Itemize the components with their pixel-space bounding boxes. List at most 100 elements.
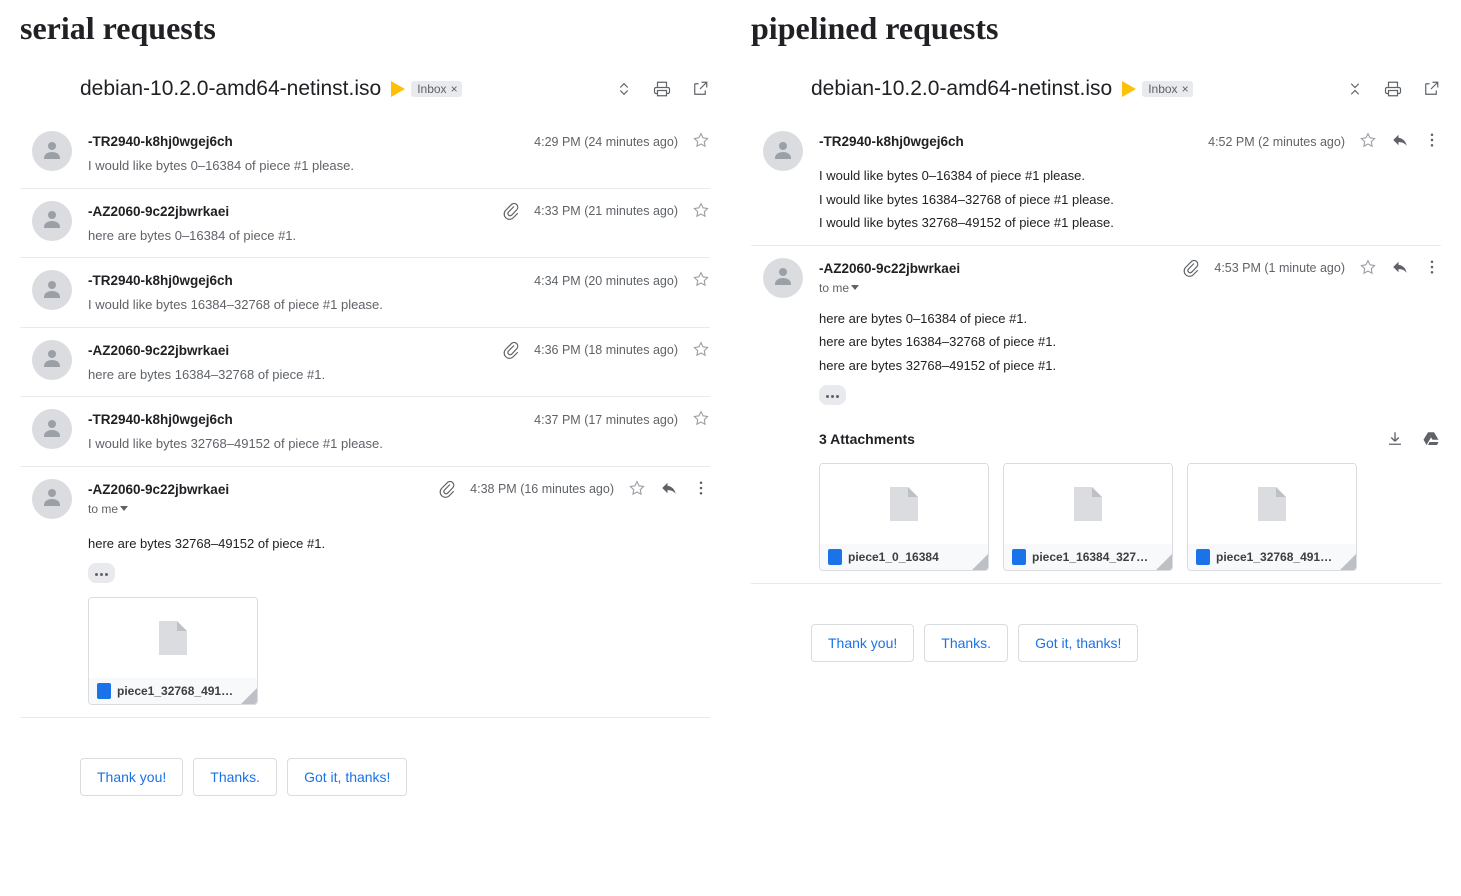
body-line: here are bytes 16384–32768 of piece #1. <box>819 332 1441 352</box>
attachments-count: 3 Attachments <box>819 431 915 447</box>
subject: debian-10.2.0-amd64-netinst.iso <box>80 77 381 101</box>
popout-icon[interactable] <box>1421 79 1441 99</box>
message-collapsed[interactable]: -AZ2060-9c22jbwrkaei 4:36 PM (18 minutes… <box>20 328 710 398</box>
body-line: I would like bytes 16384–32768 of piece … <box>819 190 1441 210</box>
smart-reply-row: Thank you! Thanks. Got it, thanks! <box>751 624 1441 662</box>
message-collapsed[interactable]: -TR2940-k8hj0wgej6ch 4:29 PM (24 minutes… <box>20 119 710 189</box>
avatar <box>32 131 72 171</box>
reply-icon[interactable] <box>1391 131 1409 152</box>
attachment-icon <box>438 480 456 498</box>
file-icon <box>1258 487 1286 521</box>
reply-icon[interactable] <box>660 479 678 500</box>
star-icon[interactable] <box>692 201 710 222</box>
star-icon[interactable] <box>692 409 710 430</box>
body-line: here are bytes 0–16384 of piece #1. <box>819 309 1441 329</box>
snippet: I would like bytes 32768–49152 of piece … <box>88 434 710 454</box>
attachment-tile[interactable]: piece1_32768_491… <box>88 597 258 705</box>
inbox-label[interactable]: Inbox × <box>1142 81 1192 97</box>
star-icon[interactable] <box>1359 131 1377 152</box>
smart-reply-button[interactable]: Thanks. <box>924 624 1008 662</box>
sender: -TR2940-k8hj0wgej6ch <box>819 134 964 149</box>
subject: debian-10.2.0-amd64-netinst.iso <box>811 77 1112 101</box>
importance-marker-icon[interactable] <box>391 81 405 97</box>
doc-type-icon <box>1012 549 1026 565</box>
attachment-name: piece1_16384_327… <box>1032 550 1164 564</box>
smart-reply-button[interactable]: Got it, thanks! <box>1018 624 1138 662</box>
sender: -TR2940-k8hj0wgej6ch <box>88 412 233 427</box>
download-all-icon[interactable] <box>1385 429 1405 449</box>
sender: -AZ2060-9c22jbwrkaei <box>819 261 960 276</box>
file-icon <box>1074 487 1102 521</box>
smart-reply-button[interactable]: Thank you! <box>811 624 914 662</box>
thread-header-right: debian-10.2.0-amd64-netinst.iso Inbox × <box>751 57 1441 119</box>
inbox-label-text: Inbox <box>417 82 446 96</box>
message-expanded: -AZ2060-9c22jbwrkaei 4:38 PM (16 minutes… <box>20 467 710 719</box>
avatar <box>763 131 803 171</box>
doc-type-icon <box>828 549 842 565</box>
attachment-tile[interactable]: piece1_0_16384 <box>819 463 989 571</box>
to-recipients[interactable]: to me <box>819 281 1441 295</box>
chevron-down-icon <box>851 285 859 290</box>
smart-reply-button[interactable]: Thank you! <box>80 758 183 796</box>
smart-reply-row: Thank you! Thanks. Got it, thanks! <box>20 758 710 796</box>
attachment-name: piece1_32768_491… <box>1216 550 1348 564</box>
message-expanded: -TR2940-k8hj0wgej6ch 4:52 PM (2 minutes … <box>751 119 1441 246</box>
attachment-name: piece1_32768_491… <box>117 684 249 698</box>
star-icon[interactable] <box>1359 258 1377 279</box>
print-icon[interactable] <box>652 79 672 99</box>
doc-type-icon <box>97 683 111 699</box>
inbox-label[interactable]: Inbox × <box>411 81 461 97</box>
sender: -AZ2060-9c22jbwrkaei <box>88 343 229 358</box>
timestamp: 4:53 PM (1 minute ago) <box>1214 261 1345 275</box>
inbox-label-text: Inbox <box>1148 82 1177 96</box>
close-icon[interactable]: × <box>451 82 458 96</box>
snippet: I would like bytes 16384–32768 of piece … <box>88 295 710 315</box>
sender: -AZ2060-9c22jbwrkaei <box>88 204 229 219</box>
more-options-icon[interactable] <box>1423 258 1441 279</box>
message-collapsed[interactable]: -TR2940-k8hj0wgej6ch 4:37 PM (17 minutes… <box>20 397 710 467</box>
importance-marker-icon[interactable] <box>1122 81 1136 97</box>
snippet: here are bytes 16384–32768 of piece #1. <box>88 365 710 385</box>
smart-reply-button[interactable]: Got it, thanks! <box>287 758 407 796</box>
more-options-icon[interactable] <box>1423 131 1441 152</box>
to-recipients[interactable]: to me <box>88 502 710 516</box>
attachment-icon <box>1182 259 1200 277</box>
more-options-icon[interactable] <box>692 479 710 500</box>
message-collapsed[interactable]: -AZ2060-9c22jbwrkaei 4:33 PM (21 minutes… <box>20 189 710 259</box>
timestamp: 4:33 PM (21 minutes ago) <box>534 204 678 218</box>
timestamp: 4:52 PM (2 minutes ago) <box>1208 135 1345 149</box>
star-icon[interactable] <box>628 479 646 500</box>
timestamp: 4:34 PM (20 minutes ago) <box>534 274 678 288</box>
file-icon <box>890 487 918 521</box>
snippet: I would like bytes 0–16384 of piece #1 p… <box>88 156 710 176</box>
column-title-serial: serial requests <box>20 10 710 57</box>
expand-thread-icon[interactable] <box>614 79 634 99</box>
sender: -TR2940-k8hj0wgej6ch <box>88 273 233 288</box>
show-trimmed-button[interactable] <box>88 563 115 583</box>
close-icon[interactable]: × <box>1182 82 1189 96</box>
reply-icon[interactable] <box>1391 258 1409 279</box>
file-icon <box>159 621 187 655</box>
collapse-thread-icon[interactable] <box>1345 79 1365 99</box>
message-collapsed[interactable]: -TR2940-k8hj0wgej6ch 4:34 PM (20 minutes… <box>20 258 710 328</box>
avatar <box>32 340 72 380</box>
star-icon[interactable] <box>692 340 710 361</box>
avatar <box>32 479 72 519</box>
timestamp: 4:29 PM (24 minutes ago) <box>534 135 678 149</box>
star-icon[interactable] <box>692 270 710 291</box>
attachment-tile[interactable]: piece1_32768_491… <box>1187 463 1357 571</box>
star-icon[interactable] <box>692 131 710 152</box>
print-icon[interactable] <box>1383 79 1403 99</box>
doc-type-icon <box>1196 549 1210 565</box>
timestamp: 4:37 PM (17 minutes ago) <box>534 413 678 427</box>
timestamp: 4:36 PM (18 minutes ago) <box>534 343 678 357</box>
column-title-pipelined: pipelined requests <box>751 10 1441 57</box>
attachment-tile[interactable]: piece1_16384_327… <box>1003 463 1173 571</box>
avatar <box>763 258 803 298</box>
save-to-drive-icon[interactable] <box>1421 429 1441 449</box>
chevron-down-icon <box>120 506 128 511</box>
popout-icon[interactable] <box>690 79 710 99</box>
avatar <box>32 270 72 310</box>
show-trimmed-button[interactable] <box>819 385 846 405</box>
smart-reply-button[interactable]: Thanks. <box>193 758 277 796</box>
